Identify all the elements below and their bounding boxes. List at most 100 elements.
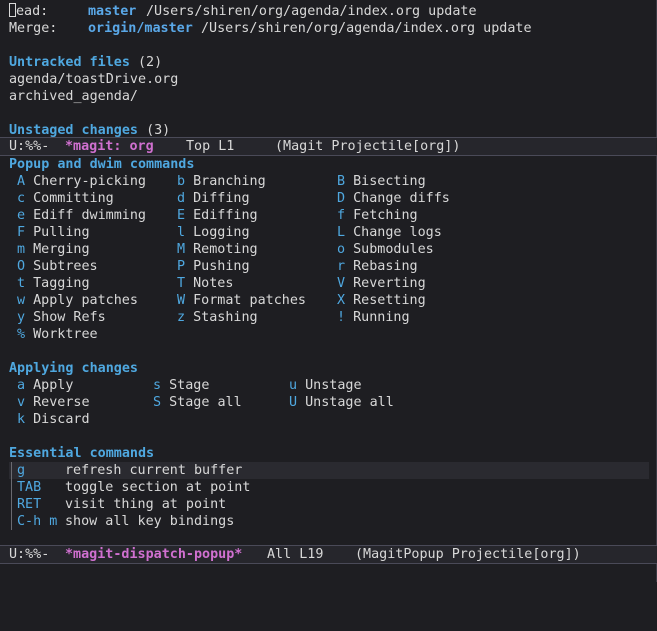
- modeline-state: U:%%-: [9, 139, 50, 154]
- command-label: show all key bindings: [65, 514, 235, 529]
- modeline-state: U:%%-: [9, 547, 50, 562]
- untracked-file[interactable]: archived_agenda/: [9, 88, 138, 105]
- command-item[interactable]: S Stage all: [153, 394, 242, 411]
- command-label: Cherry-picking: [25, 174, 146, 189]
- command-item[interactable]: B Bisecting: [337, 173, 426, 190]
- command-key: T: [177, 276, 186, 291]
- popup-section-title: Popup and dwim commands: [9, 157, 195, 172]
- head-commit[interactable]: /Users/shiren/org/agenda/index.org updat…: [146, 3, 477, 20]
- command-item[interactable]: P Pushing: [177, 258, 250, 275]
- command-item[interactable]: F Pulling: [17, 224, 90, 241]
- command-item[interactable]: e Ediff dwimming: [17, 207, 146, 224]
- command-item[interactable]: O Subtrees: [17, 258, 98, 275]
- command-label: Pushing: [185, 259, 250, 274]
- command-item[interactable]: M Remoting: [177, 241, 258, 258]
- command-key: C-h m: [17, 514, 58, 529]
- command-item[interactable]: C-h m show all key bindings: [17, 513, 234, 530]
- modeline-position: All L19: [267, 547, 324, 562]
- merge-label: Merge:: [9, 21, 58, 36]
- untracked-count: (2): [138, 55, 163, 70]
- command-item[interactable]: z Stashing: [177, 309, 258, 326]
- command-key: c: [17, 191, 26, 206]
- command-label: visit thing at point: [65, 497, 227, 512]
- command-label: Apply: [25, 378, 74, 393]
- command-key: y: [17, 310, 26, 325]
- command-item[interactable]: c Committing: [17, 190, 114, 207]
- command-item[interactable]: v Reverse: [17, 394, 90, 411]
- untracked-file[interactable]: agenda/toastDrive.org: [9, 71, 178, 88]
- essential-section-title: Essential commands: [9, 446, 155, 461]
- command-item[interactable]: L Change logs: [337, 224, 442, 241]
- modeline-bottom: U:%%- *magit-dispatch-popup* All L19 (Ma…: [0, 545, 657, 564]
- command-label: Branching: [185, 174, 266, 189]
- command-key: z: [177, 310, 186, 325]
- command-key: U: [289, 395, 298, 410]
- untracked-section-header[interactable]: Untracked files (2): [9, 54, 162, 71]
- command-key: RET: [17, 497, 42, 512]
- command-item[interactable]: t Tagging: [17, 275, 90, 292]
- merge-commit[interactable]: /Users/shiren/org/agenda/index.org updat…: [201, 20, 532, 37]
- command-label: Format patches: [185, 293, 306, 308]
- command-key: u: [289, 378, 298, 393]
- command-item[interactable]: r Rebasing: [337, 258, 418, 275]
- command-label: Worktree: [25, 327, 98, 342]
- modeline-top: U:%%- *magit: org Top L1 (Magit Projecti…: [0, 137, 657, 156]
- command-key: b: [177, 174, 186, 189]
- command-item[interactable]: k Discard: [17, 411, 90, 428]
- command-item[interactable]: b Branching: [177, 173, 266, 190]
- command-item[interactable]: f Fetching: [337, 207, 418, 224]
- command-item[interactable]: w Apply patches: [17, 292, 138, 309]
- command-item[interactable]: U Unstage all: [289, 394, 394, 411]
- command-item[interactable]: s Stage: [153, 377, 209, 394]
- command-label: Unstage all: [297, 395, 394, 410]
- command-item[interactable]: m Merging: [17, 241, 90, 258]
- command-item[interactable]: a Apply: [17, 377, 73, 394]
- command-key: V: [337, 276, 346, 291]
- command-label: Change logs: [345, 225, 442, 240]
- command-label: Discard: [25, 412, 90, 427]
- command-item[interactable]: ! Running: [337, 309, 410, 326]
- command-label: Reverting: [345, 276, 426, 291]
- command-item[interactable]: y Show Refs: [17, 309, 106, 326]
- command-item[interactable]: W Format patches: [177, 292, 306, 309]
- modeline-position: Top L1: [186, 139, 235, 154]
- command-label: Logging: [185, 225, 250, 240]
- command-item[interactable]: u Unstage: [289, 377, 362, 394]
- command-key: l: [177, 225, 186, 240]
- command-key: S: [153, 395, 162, 410]
- command-item[interactable]: T Notes: [177, 275, 233, 292]
- command-label: Remoting: [185, 242, 258, 257]
- command-item[interactable]: RET visit thing at point: [17, 496, 226, 513]
- command-label: refresh current buffer: [65, 463, 243, 478]
- command-item[interactable]: o Submodules: [337, 241, 434, 258]
- command-item[interactable]: d Diffing: [177, 190, 250, 207]
- command-item[interactable]: g refresh current buffer: [17, 462, 242, 479]
- command-item[interactable]: A Cherry-picking: [17, 173, 146, 190]
- modeline-modes: (Magit Projectile[org]): [275, 139, 461, 154]
- command-key: v: [17, 395, 26, 410]
- command-label: Diffing: [185, 191, 250, 206]
- command-label: Fetching: [345, 208, 418, 223]
- command-key: d: [177, 191, 186, 206]
- command-label: Show Refs: [25, 310, 106, 325]
- merge-branch[interactable]: origin/master: [88, 20, 193, 37]
- command-key: w: [17, 293, 26, 308]
- command-key: s: [153, 378, 162, 393]
- command-item[interactable]: X Resetting: [337, 292, 426, 309]
- command-item[interactable]: TAB toggle section at point: [17, 479, 250, 496]
- command-label: Notes: [185, 276, 234, 291]
- command-label: Committing: [25, 191, 114, 206]
- command-item[interactable]: D Change diffs: [337, 190, 450, 207]
- command-key: L: [337, 225, 346, 240]
- head-branch[interactable]: master: [88, 3, 136, 20]
- text-cursor: [9, 3, 16, 17]
- command-item[interactable]: % Worktree: [17, 326, 98, 343]
- command-label: Stage: [161, 378, 210, 393]
- command-item[interactable]: V Reverting: [337, 275, 426, 292]
- command-item[interactable]: l Logging: [177, 224, 250, 241]
- command-label: Reverse: [25, 395, 90, 410]
- head-line: ead:: [9, 3, 48, 20]
- command-item[interactable]: E Ediffing: [177, 207, 258, 224]
- command-key: E: [177, 208, 186, 223]
- command-label: Submodules: [345, 242, 434, 257]
